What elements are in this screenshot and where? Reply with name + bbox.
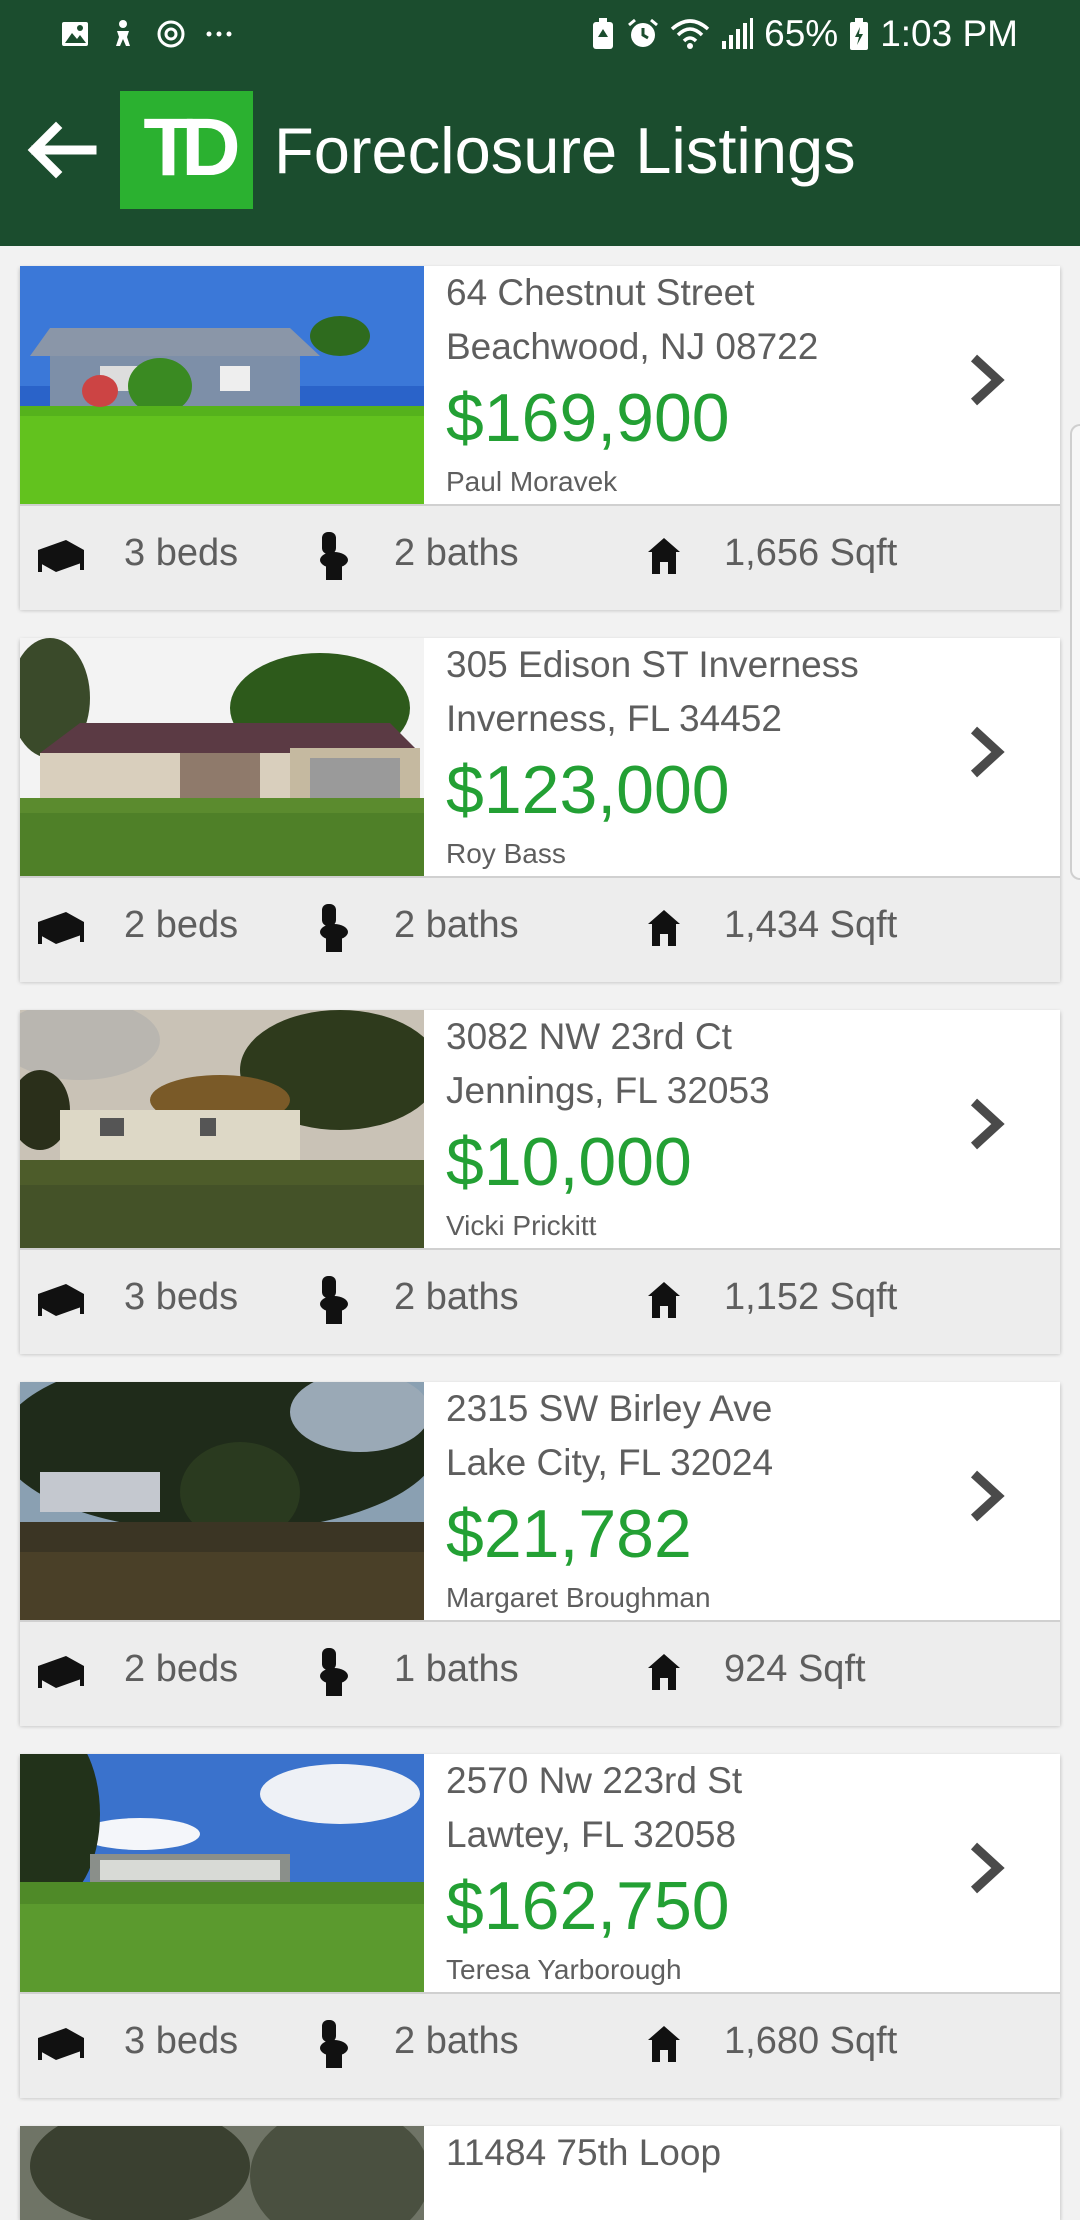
bed-icon xyxy=(38,912,84,944)
address-line2: Lawtey, FL 32058 xyxy=(446,1814,737,1855)
listing-photo xyxy=(20,2126,424,2220)
battery-icon xyxy=(850,18,869,50)
listing-photo xyxy=(20,1010,424,1248)
address-line2: Beachwood, NJ 08722 xyxy=(446,326,819,367)
house-icon xyxy=(648,2026,680,2062)
toilet-icon xyxy=(320,1648,348,1696)
listing-photo xyxy=(20,1382,424,1620)
address-line1: 11484 75th Loop xyxy=(446,2132,722,2173)
address-line2: Lake City, FL 32024 xyxy=(446,1442,774,1483)
agent-name: Paul Moravek xyxy=(446,466,618,497)
agent-name: Margaret Broughman xyxy=(446,1582,711,1613)
baths-count: 2 baths xyxy=(394,532,519,574)
page-title: Foreclosure Listings xyxy=(274,114,856,187)
address-line1: 2570 Nw 223rd St xyxy=(446,1760,743,1801)
price: $123,000 xyxy=(446,752,730,828)
price: $162,750 xyxy=(446,1868,730,1944)
listing-photo xyxy=(20,1754,424,1992)
alarm-icon xyxy=(628,18,659,47)
agent-name: Teresa Yarborough xyxy=(446,1954,682,1985)
sqft-value: 1,434 Sqft xyxy=(724,904,898,946)
beds-count: 3 beds xyxy=(124,2020,239,2062)
baths-count: 1 baths xyxy=(394,1648,519,1690)
listing-stats: 3 beds 2 baths 1,152 Sqft xyxy=(20,1248,1060,1354)
listing-stats: 2 beds 2 baths 1,434 Sqft xyxy=(20,876,1060,982)
price: $10,000 xyxy=(446,1124,692,1200)
battery-percent: 65% xyxy=(764,13,839,54)
baths-count: 2 baths xyxy=(394,1276,519,1318)
sqft-value: 924 Sqft xyxy=(724,1648,866,1690)
baths-count: 2 baths xyxy=(394,2020,519,2062)
address-line1: 64 Chestnut Street xyxy=(446,272,755,313)
td-logo-mark: TD xyxy=(143,102,249,193)
notification-icons xyxy=(60,14,234,54)
beds-count: 2 beds xyxy=(124,1648,239,1690)
sqft-value: 1,152 Sqft xyxy=(724,1276,898,1318)
bed-icon xyxy=(38,1656,84,1688)
bed-icon xyxy=(38,540,84,572)
address-line2: Jennings, FL 32053 xyxy=(446,1070,770,1111)
listing-photo xyxy=(20,266,424,504)
listing-stats: 3 beds 2 baths 1,680 Sqft xyxy=(20,1992,1060,2098)
td-logo: TD xyxy=(120,91,253,209)
scrollbar[interactable] xyxy=(1070,424,1080,880)
signal-icon xyxy=(722,18,754,49)
app-bar: TD Foreclosure Listings xyxy=(0,66,1080,246)
address-line1: 2315 SW Birley Ave xyxy=(446,1388,773,1429)
chevron-right-icon[interactable] xyxy=(966,724,1006,780)
more-icon xyxy=(206,31,232,37)
price: $169,900 xyxy=(446,380,730,456)
chevron-right-icon[interactable] xyxy=(966,352,1006,408)
chevron-right-icon[interactable] xyxy=(966,1096,1006,1152)
sync-icon xyxy=(157,20,185,48)
baths-count: 2 baths xyxy=(394,904,519,946)
listing-card[interactable]: 2315 SW Birley Ave Lake City, FL 32024 $… xyxy=(20,1382,1060,1726)
listing-card[interactable]: 2570 Nw 223rd St Lawtey, FL 32058 $162,7… xyxy=(20,1754,1060,2098)
bed-icon xyxy=(38,1284,84,1316)
toilet-icon xyxy=(320,532,348,580)
system-icons: 65% 1:03 PM xyxy=(590,12,1018,56)
agent-name: Roy Bass xyxy=(446,838,566,869)
sqft-value: 1,656 Sqft xyxy=(724,532,898,574)
listing-card[interactable]: 3082 NW 23rd Ct Jennings, FL 32053 $10,0… xyxy=(20,1010,1060,1354)
listing-card[interactable]: 305 Edison ST Inverness Inverness, FL 34… xyxy=(20,638,1060,982)
status-bar: 65% 1:03 PM xyxy=(0,0,1080,66)
clock: 1:03 PM xyxy=(880,13,1018,54)
beds-count: 3 beds xyxy=(124,532,239,574)
chevron-right-icon[interactable] xyxy=(966,1468,1006,1524)
svg-text:TD: TD xyxy=(143,102,237,193)
house-icon xyxy=(648,1654,680,1690)
agent-name: Vicki Prickitt xyxy=(446,1210,597,1241)
back-arrow-icon[interactable] xyxy=(22,112,98,188)
sqft-value: 1,680 Sqft xyxy=(724,2020,898,2062)
house-icon xyxy=(648,538,680,574)
toilet-icon xyxy=(320,2020,348,2068)
listing-card[interactable]: 64 Chestnut Street Beachwood, NJ 08722 $… xyxy=(20,266,1060,610)
price: $21,782 xyxy=(446,1496,692,1572)
address-line1: 3082 NW 23rd Ct xyxy=(446,1016,732,1057)
house-icon xyxy=(648,1282,680,1318)
listing-photo xyxy=(20,638,424,876)
toilet-icon xyxy=(320,1276,348,1324)
listing-stats: 2 beds 1 baths 924 Sqft xyxy=(20,1620,1060,1726)
address-line2: Inverness, FL 34452 xyxy=(446,698,782,739)
address-line1: 305 Edison ST Inverness xyxy=(446,644,859,685)
wifi-icon xyxy=(670,19,710,49)
image-icon xyxy=(62,22,88,46)
house-icon xyxy=(648,910,680,946)
beds-count: 2 beds xyxy=(124,904,239,946)
bed-icon xyxy=(38,2028,84,2060)
battery-saver-icon xyxy=(593,18,614,49)
listing-stats: 3 beds 2 baths 1,656 Sqft xyxy=(20,504,1060,610)
beds-count: 3 beds xyxy=(124,1276,239,1318)
accessibility-icon xyxy=(116,20,130,46)
toilet-icon xyxy=(320,904,348,952)
listing-card-partial[interactable]: 11484 75th Loop xyxy=(20,2126,1060,2220)
chevron-right-icon[interactable] xyxy=(966,1840,1006,1896)
